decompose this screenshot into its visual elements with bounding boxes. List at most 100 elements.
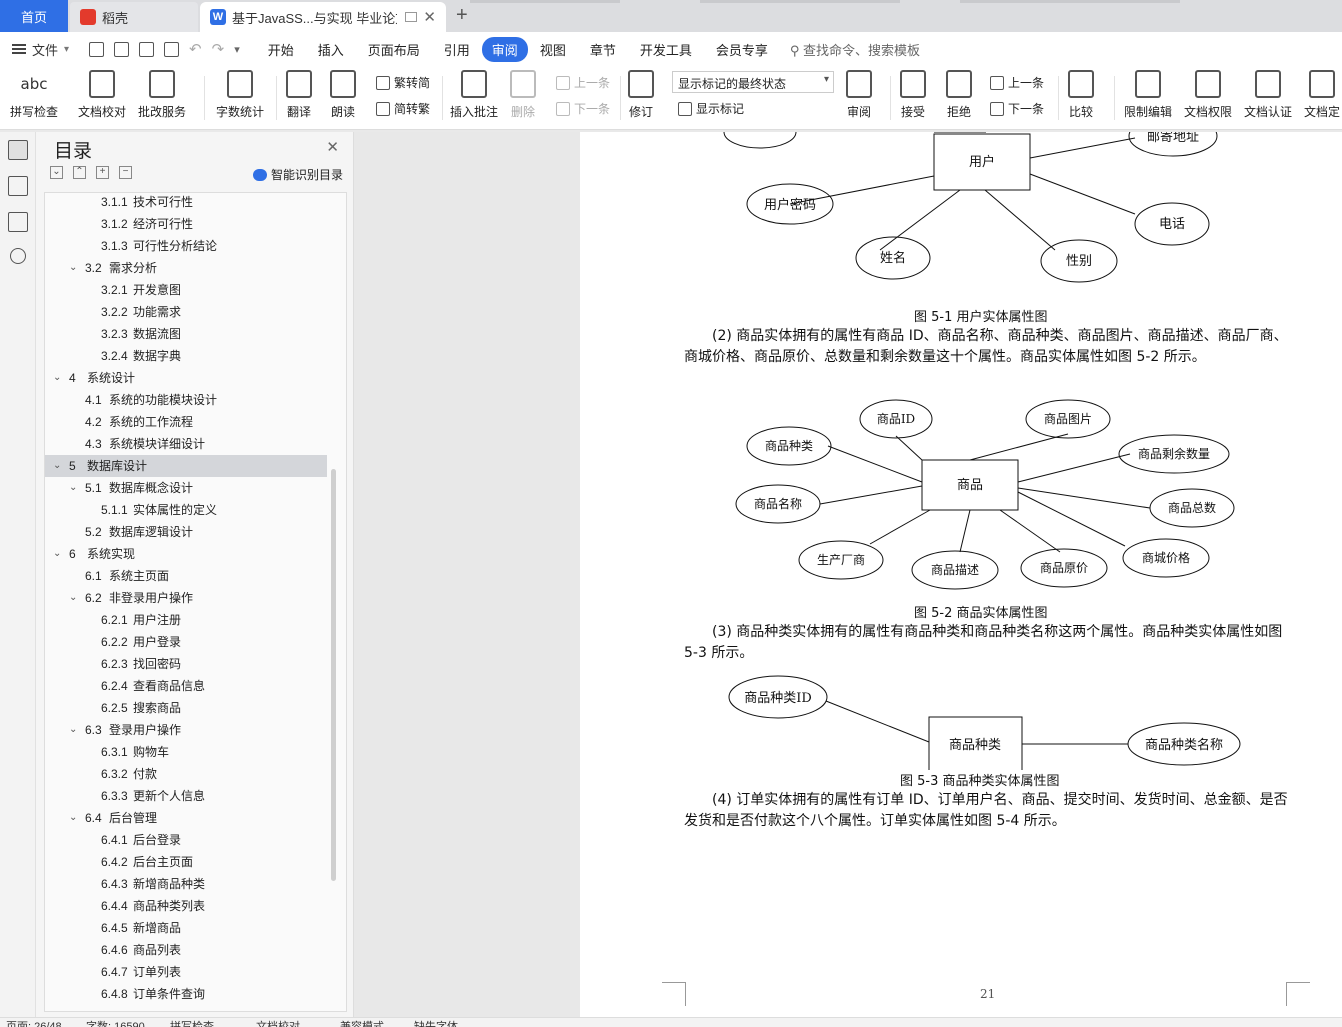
close-tab-icon[interactable]: ✕ bbox=[423, 8, 436, 26]
toc-item[interactable]: ⌄ 3.2 需求分析 bbox=[45, 257, 327, 279]
toc-item[interactable]: ⌄ 5 数据库设计 bbox=[45, 455, 327, 477]
doc-cert-button[interactable]: 文档认证 bbox=[1244, 70, 1292, 120]
simp-to-trad-button[interactable]: 简转繁 bbox=[376, 100, 430, 117]
toc-item[interactable]: 4.1 系统的功能模块设计 bbox=[45, 389, 327, 411]
chapter-nav-icon[interactable] bbox=[7, 176, 28, 196]
chevron-down-icon[interactable]: ⌄ bbox=[53, 455, 61, 477]
toc-item[interactable]: 6.4.6 商品列表 bbox=[45, 939, 327, 961]
collapse-all-icon[interactable]: ⌃ bbox=[73, 166, 86, 179]
toc-item[interactable]: 6.4.5 新增商品 bbox=[45, 917, 327, 939]
toc-item[interactable]: 6.2.1 用户注册 bbox=[45, 609, 327, 631]
chevron-down-icon[interactable]: ⌄ bbox=[69, 587, 77, 609]
toc-item[interactable]: ⌄ 6.3 登录用户操作 bbox=[45, 719, 327, 741]
menu-chapter[interactable]: 章节 bbox=[578, 40, 628, 59]
toc-item[interactable]: 3.2.4 数据字典 bbox=[45, 345, 327, 367]
smart-toc-button[interactable]: 智能识别目录 bbox=[252, 166, 343, 183]
status-spell-check[interactable]: 拼写检查 bbox=[170, 1018, 214, 1027]
export-pdf-icon[interactable] bbox=[114, 41, 130, 57]
spell-check-button[interactable]: abc 拼写检查 bbox=[10, 70, 58, 120]
document-page[interactable]: 用户 用户密码 姓名 性别 电话 邮寄地址 图 5-1 用户实体属性图 (2) … bbox=[580, 132, 1342, 1017]
toc-item[interactable]: 6.2.2 用户登录 bbox=[45, 631, 327, 653]
pin-icon[interactable] bbox=[405, 12, 418, 22]
toc-item[interactable]: 6.2.5 搜索商品 bbox=[45, 697, 327, 719]
chevron-down-icon[interactable]: ⌄ bbox=[69, 477, 77, 499]
chevron-down-icon[interactable]: ⌄ bbox=[69, 719, 77, 741]
toc-item[interactable]: 6.4.2 后台主页面 bbox=[45, 851, 327, 873]
delete-comment-button[interactable]: 删除 bbox=[510, 70, 536, 120]
prev-comment-button[interactable]: 上一条 bbox=[556, 74, 610, 91]
translate-button[interactable]: 翻译 bbox=[286, 70, 312, 120]
insert-comment-button[interactable]: 插入批注 bbox=[450, 70, 498, 120]
undo-icon[interactable]: ↶ bbox=[189, 40, 202, 58]
add-heading-icon[interactable]: + bbox=[96, 166, 109, 179]
menu-review[interactable]: 审阅 bbox=[481, 36, 528, 62]
tab-home[interactable]: 首页 bbox=[0, 0, 68, 32]
expand-all-icon[interactable]: ⌄ bbox=[50, 166, 63, 179]
toc-item[interactable]: 6.3.1 购物车 bbox=[45, 741, 327, 763]
toc-item[interactable]: 3.2.3 数据流图 bbox=[45, 323, 327, 345]
reject-button[interactable]: 拒绝 bbox=[946, 70, 972, 120]
chevron-down-icon[interactable]: ⌄ bbox=[53, 367, 61, 389]
chevron-down-icon[interactable]: ⌄ bbox=[53, 543, 61, 565]
toc-item[interactable]: ⌄ 6 系统实现 bbox=[45, 543, 327, 565]
menu-insert[interactable]: 插入 bbox=[306, 40, 356, 59]
track-changes-button[interactable]: 修订 bbox=[628, 70, 654, 120]
status-doc-check[interactable]: 文档校对 bbox=[256, 1018, 300, 1027]
menu-page-layout[interactable]: 页面布局 bbox=[356, 40, 432, 59]
toc-item[interactable]: 6.2.3 找回密码 bbox=[45, 653, 327, 675]
markup-state-select[interactable]: 显示标记的最终状态 bbox=[672, 71, 834, 93]
toc-panel-icon[interactable] bbox=[7, 140, 28, 160]
review-pane-button[interactable]: 审阅 bbox=[846, 70, 872, 120]
chevron-down-icon[interactable]: ⌄ bbox=[69, 257, 77, 279]
toc-item[interactable]: 6.3.2 付款 bbox=[45, 763, 327, 785]
toc-item[interactable]: 6.4.8 订单条件查询 bbox=[45, 983, 327, 1005]
toc-item[interactable]: 6.2.4 查看商品信息 bbox=[45, 675, 327, 697]
doc-finalize-button[interactable]: 文档定 bbox=[1304, 70, 1340, 120]
tab-document[interactable]: W 基于JavaSS...与实现 毕业论文 ✕ bbox=[200, 2, 446, 32]
toc-item[interactable]: ⌄ 6.2 非登录用户操作 bbox=[45, 587, 327, 609]
customize-toolbar-icon[interactable]: ▾ bbox=[234, 43, 240, 56]
command-search[interactable]: ⚲ 查找命令、搜索模板 bbox=[790, 40, 920, 59]
toc-item[interactable]: 6.1 系统主页面 bbox=[45, 565, 327, 587]
new-tab-icon[interactable]: + bbox=[456, 4, 468, 27]
accept-button[interactable]: 接受 bbox=[900, 70, 926, 120]
menu-view[interactable]: 视图 bbox=[528, 40, 578, 59]
toc-item[interactable]: 6.4.1 后台登录 bbox=[45, 829, 327, 851]
menu-references[interactable]: 引用 bbox=[432, 40, 482, 59]
doc-permission-button[interactable]: 文档权限 bbox=[1184, 70, 1232, 120]
close-icon[interactable]: ✕ bbox=[326, 138, 339, 156]
menu-developer[interactable]: 开发工具 bbox=[628, 40, 704, 59]
file-menu[interactable]: 文件 ▾ bbox=[0, 40, 81, 59]
toc-item[interactable]: 6.4.3 新增商品种类 bbox=[45, 873, 327, 895]
compare-button[interactable]: 比较 bbox=[1068, 70, 1094, 120]
toc-item[interactable]: 3.1.1 技术可行性 bbox=[45, 193, 327, 213]
tab-shell[interactable]: 稻壳 bbox=[70, 2, 198, 32]
trad-to-simp-button[interactable]: 繁转简 bbox=[376, 74, 430, 91]
toc-item[interactable]: 4.3 系统模块详细设计 bbox=[45, 433, 327, 455]
next-comment-button[interactable]: 下一条 bbox=[556, 100, 610, 117]
show-markup-button[interactable]: 显示标记 bbox=[678, 100, 744, 117]
search-icon[interactable] bbox=[9, 248, 26, 264]
toc-item[interactable]: 3.1.2 经济可行性 bbox=[45, 213, 327, 235]
menu-member[interactable]: 会员专享 bbox=[704, 40, 780, 59]
word-count-button[interactable]: 字数统计 bbox=[216, 70, 264, 120]
toc-item[interactable]: 5.1.1 实体属性的定义 bbox=[45, 499, 327, 521]
toc-item[interactable]: ⌄ 4 系统设计 bbox=[45, 367, 327, 389]
toc-item[interactable]: ⌄ 6.4 后台管理 bbox=[45, 807, 327, 829]
bookmark-icon[interactable] bbox=[7, 212, 28, 232]
next-change-button[interactable]: 下一条 bbox=[990, 100, 1044, 117]
toc-item[interactable]: 5.2 数据库逻辑设计 bbox=[45, 521, 327, 543]
toc-item[interactable]: ⌄ 5.1 数据库概念设计 bbox=[45, 477, 327, 499]
toc-item[interactable]: 6.4.7 订单列表 bbox=[45, 961, 327, 983]
doc-check-button[interactable]: 文档校对 bbox=[78, 70, 126, 120]
word-count[interactable]: 字数: 16590 bbox=[86, 1018, 145, 1027]
remove-heading-icon[interactable]: − bbox=[119, 166, 132, 179]
toc-item[interactable]: 6.3.3 更新个人信息 bbox=[45, 785, 327, 807]
menu-start[interactable]: 开始 bbox=[256, 40, 306, 59]
print-icon[interactable] bbox=[139, 41, 155, 57]
missing-font[interactable]: 缺失字体 bbox=[414, 1018, 458, 1027]
redo-icon[interactable]: ↷ bbox=[212, 40, 225, 58]
toc-item[interactable]: 3.2.1 开发意图 bbox=[45, 279, 327, 301]
toc-item[interactable]: 6.4.4 商品种类列表 bbox=[45, 895, 327, 917]
toc-item[interactable]: 4.2 系统的工作流程 bbox=[45, 411, 327, 433]
